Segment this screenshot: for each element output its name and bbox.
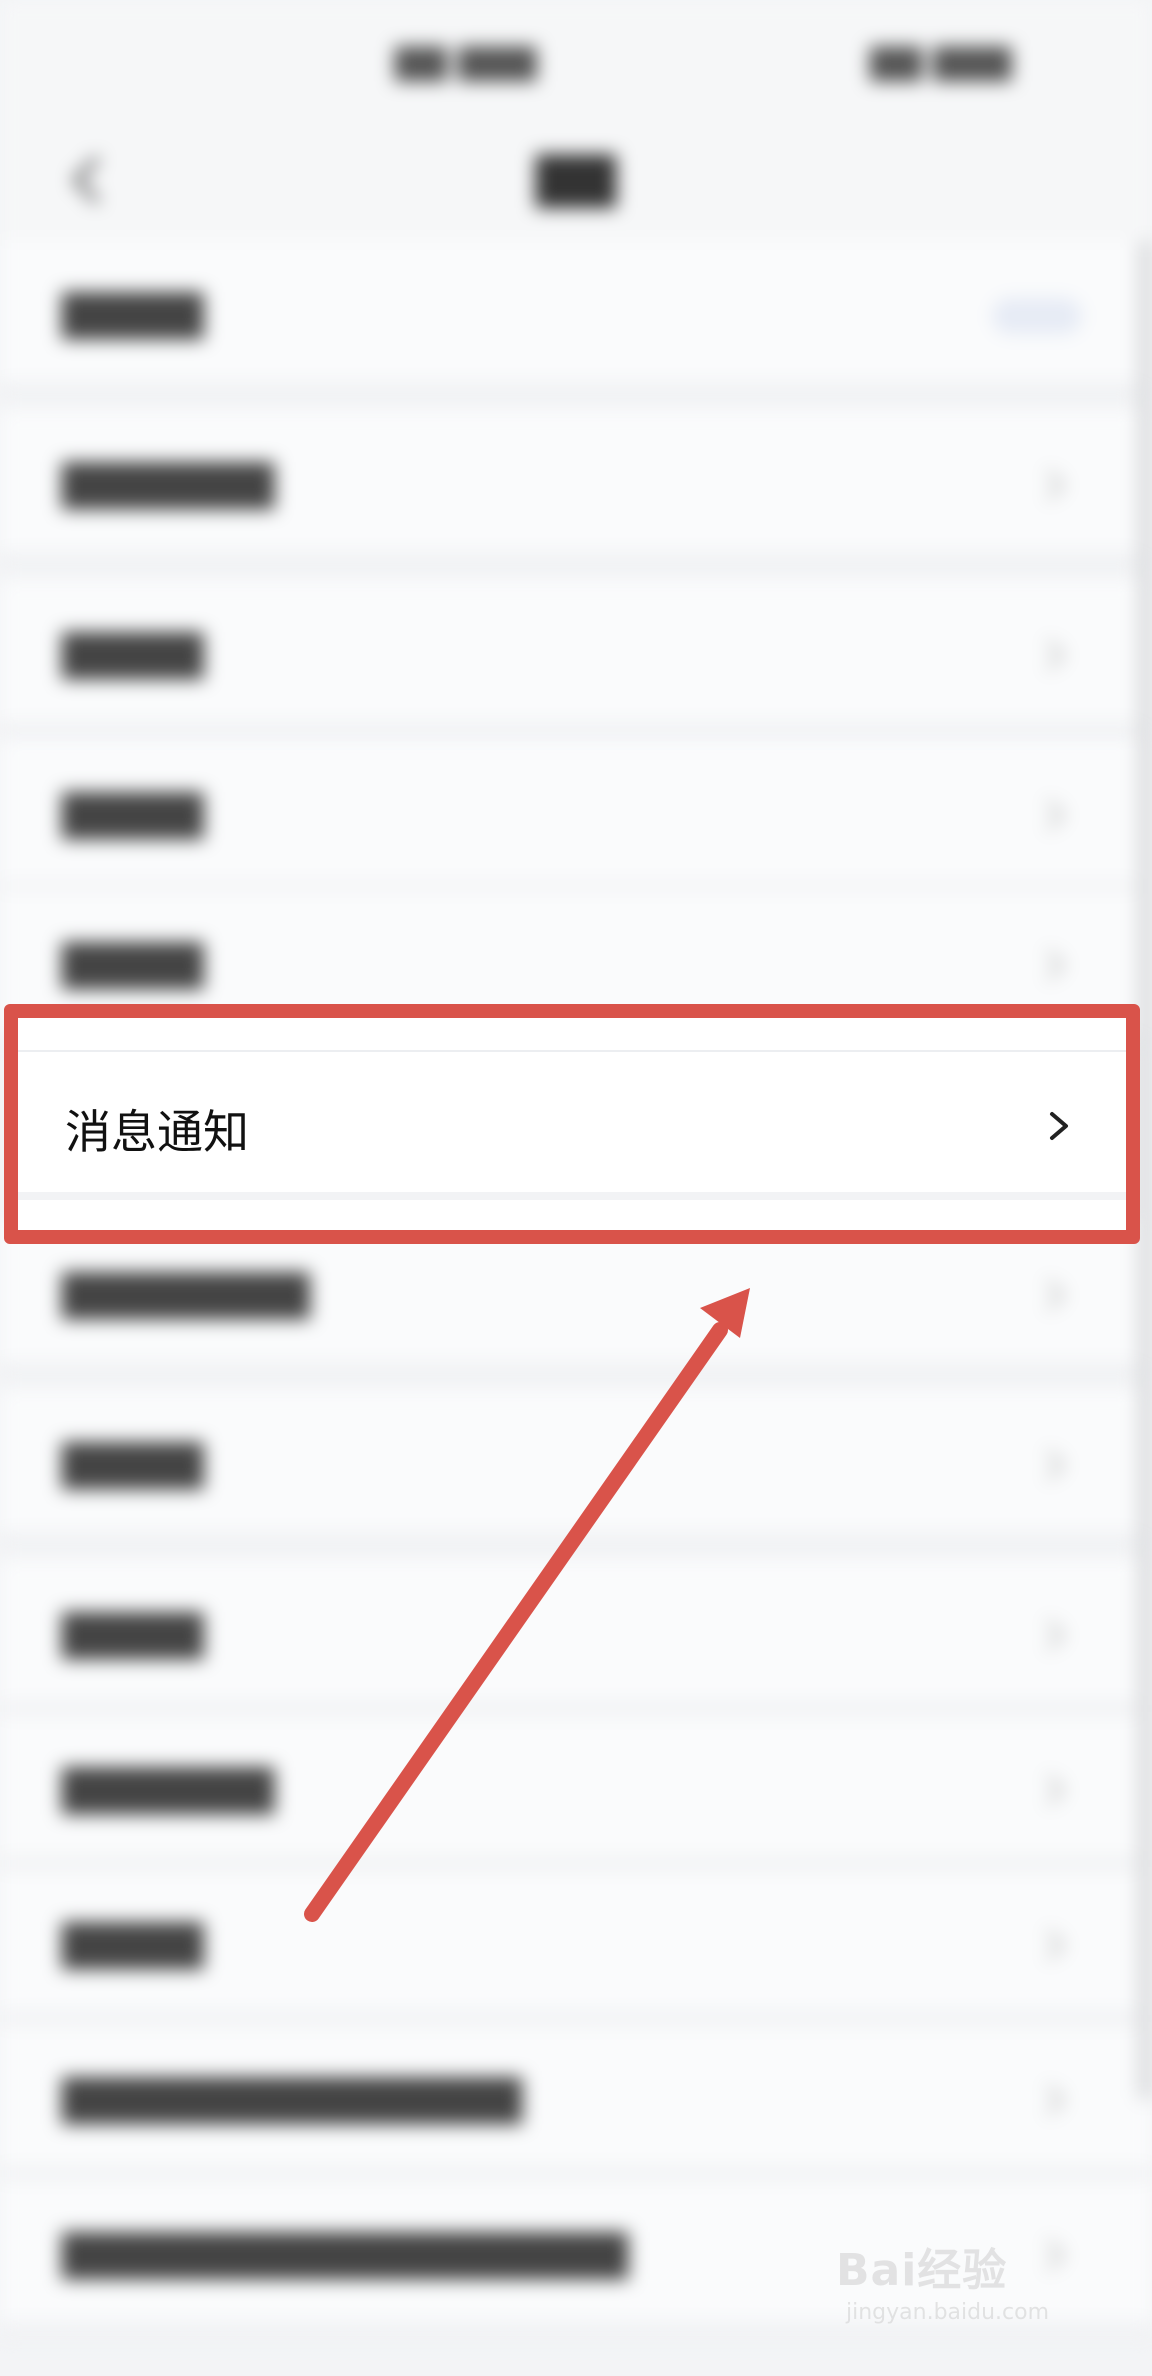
settings-row[interactable]: ▇▇▇▇ <box>0 580 1152 736</box>
settings-row-label: ▇▇▇▇ <box>62 1605 204 1659</box>
settings-row[interactable]: ▇▇▇▇ <box>0 1870 1152 2026</box>
settings-row-label: ▇▇▇▇ <box>62 1435 204 1489</box>
chevron-right-icon <box>1046 1619 1065 1651</box>
chevron-right-icon <box>1046 639 1065 671</box>
settings-row-label: ▇▇▇▇▇▇ <box>62 1760 275 1814</box>
settings-screen: ▇▇ ▇▇▇ ▇▇ ▇▇▇ ▇▇ ▇▇▇▇ ▇▇▇▇▇▇ ▇▇▇▇ ▇▇▇▇ ▇… <box>0 0 1152 2376</box>
scrollbar[interactable] <box>1138 240 1152 2100</box>
message-notification-label: 消息通知 <box>65 1105 249 1159</box>
chevron-right-icon <box>1050 1112 1068 1140</box>
settings-row-label: ▇▇▇▇ <box>62 625 204 679</box>
header-bar: ▇▇ <box>0 130 1152 240</box>
status-left-text: ▇▇ ▇▇▇ <box>395 42 537 82</box>
settings-row-label: ▇▇▇▇▇▇▇ <box>62 1265 310 1319</box>
settings-row-label: ▇▇▇▇ <box>62 1915 204 1969</box>
settings-row[interactable]: ▇▇▇▇▇▇ <box>0 1715 1152 1871</box>
chevron-right-icon <box>1046 949 1065 981</box>
settings-row-label: ▇▇▇▇ <box>62 935 204 989</box>
chevron-right-icon <box>1046 1449 1065 1481</box>
chevron-right-icon <box>1046 2084 1065 2116</box>
settings-row-label: ▇▇▇▇▇▇▇▇▇▇▇▇▇▇▇▇ <box>62 2225 629 2279</box>
chevron-right-icon <box>1046 469 1065 501</box>
settings-row[interactable]: ▇▇▇▇▇▇ <box>0 410 1152 566</box>
settings-row[interactable]: ▇▇▇▇ <box>0 740 1152 896</box>
highlight-box: 消息通知 <box>4 1004 1140 1244</box>
settings-row[interactable]: ▇▇▇▇ <box>0 1390 1152 1546</box>
chevron-right-icon <box>1046 1279 1065 1311</box>
settings-row[interactable]: ▇▇▇▇▇▇▇▇▇▇▇▇▇ <box>0 2025 1152 2181</box>
baidu-watermark: Bai经验 jingyan.baidu.com <box>836 2230 1096 2340</box>
settings-row[interactable]: ▇▇▇▇ <box>0 240 1152 396</box>
status-right-text: ▇▇ ▇▇▇ <box>870 42 1012 82</box>
settings-row-label: ▇▇▇▇▇▇ <box>62 455 275 509</box>
status-bar: ▇▇ ▇▇▇ ▇▇ ▇▇▇ <box>0 0 1152 130</box>
watermark-url: jingyan.baidu.com <box>846 2300 1050 2325</box>
settings-row-label: ▇▇▇▇▇▇▇▇▇▇▇▇▇ <box>62 2070 522 2124</box>
settings-row-label: ▇▇▇▇ <box>62 785 204 839</box>
chevron-right-icon <box>1046 1774 1065 1806</box>
watermark-logo: Bai经验 <box>836 2245 1008 2296</box>
page-title: ▇▇ <box>536 148 616 208</box>
chevron-right-icon <box>1046 799 1065 831</box>
message-notification-item[interactable]: 消息通知 <box>18 1050 1126 1200</box>
chevron-right-icon <box>1046 1929 1065 1961</box>
settings-row-label: ▇▇▇▇ <box>62 285 204 339</box>
toggle-icon <box>992 298 1082 334</box>
settings-row[interactable]: ▇▇▇▇ <box>0 1560 1152 1716</box>
